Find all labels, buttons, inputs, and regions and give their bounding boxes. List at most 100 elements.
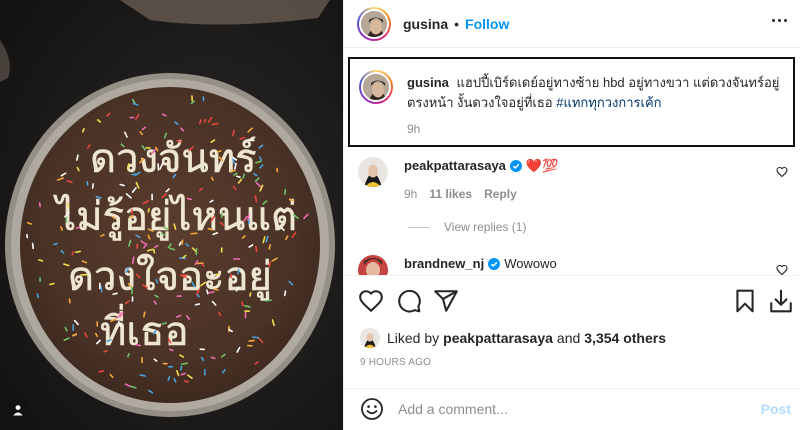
comment-like-icon[interactable] bbox=[776, 264, 788, 275]
sprinkle bbox=[65, 215, 68, 223]
sprinkle bbox=[242, 173, 246, 179]
sprinkle bbox=[127, 163, 130, 170]
sprinkle bbox=[254, 195, 258, 203]
liked-by-others[interactable]: 3,354 others bbox=[584, 330, 666, 346]
reply-button[interactable]: Reply bbox=[484, 187, 517, 201]
cake-image: ดวงจันทร์ ไม่รู้อยู่ไหนแต่ ดวงใจอะอยู่ ท… bbox=[0, 0, 343, 430]
comment-text: Wowowo bbox=[504, 256, 557, 271]
caption-text: gusina แฮปปี้เบิร์ดเดย์อยู่ทางซ้าย hbd อ… bbox=[407, 73, 787, 113]
sprinkle bbox=[68, 298, 71, 304]
author-avatar[interactable] bbox=[357, 6, 391, 41]
share-icon[interactable] bbox=[433, 288, 459, 314]
sprinkle bbox=[169, 348, 174, 352]
sprinkle bbox=[180, 362, 189, 365]
sprinkle bbox=[211, 122, 219, 126]
sprinkle bbox=[135, 344, 142, 347]
comment-meta: 9h 11 likes Reply bbox=[404, 187, 517, 201]
liked-by-user[interactable]: peakpattarasaya bbox=[443, 330, 553, 346]
svg-text:ดวงใจอะอยู่: ดวงใจอะอยู่ bbox=[68, 253, 272, 300]
sprinkle bbox=[127, 353, 130, 358]
commenter-avatar-image bbox=[358, 255, 388, 275]
comment-username[interactable]: peakpattarasaya bbox=[404, 158, 506, 173]
liked-by-prefix: Liked by bbox=[387, 330, 440, 346]
sprinkle bbox=[112, 292, 118, 296]
sprinkle bbox=[255, 245, 258, 253]
sprinkle bbox=[76, 154, 79, 161]
comments-divider bbox=[344, 275, 800, 276]
more-options-icon[interactable] bbox=[772, 15, 787, 26]
liked-by-avatar[interactable] bbox=[360, 328, 380, 348]
sprinkle bbox=[213, 288, 219, 291]
sprinkle bbox=[161, 322, 168, 325]
sprinkle bbox=[143, 311, 146, 318]
sprinkle bbox=[36, 293, 40, 299]
download-icon[interactable] bbox=[768, 288, 794, 314]
comment-username[interactable]: brandnew_nj bbox=[404, 256, 484, 271]
verified-badge-icon bbox=[488, 258, 501, 270]
add-comment-bar: Post bbox=[344, 388, 800, 430]
caption-avatar[interactable] bbox=[359, 70, 393, 104]
view-replies-button[interactable]: View replies (1) bbox=[408, 220, 526, 234]
sprinkle bbox=[180, 372, 186, 376]
sprinkle bbox=[236, 175, 241, 178]
sprinkle bbox=[268, 244, 272, 250]
caption-hashtag[interactable]: #แทกทุกวงการเค้ก bbox=[556, 95, 661, 110]
replies-line bbox=[408, 226, 430, 228]
sprinkle bbox=[196, 262, 204, 265]
sprinkle bbox=[71, 333, 78, 337]
sprinkle bbox=[181, 239, 184, 246]
liked-by: Liked by peakpattarasaya and 3,354 other… bbox=[360, 328, 666, 348]
comment-text: ❤️💯 bbox=[525, 158, 559, 173]
sprinkle bbox=[194, 303, 201, 306]
header-separator: • bbox=[454, 15, 460, 32]
sprinkle bbox=[199, 119, 202, 125]
comment-item: brandnew_nj Wowowo bbox=[358, 255, 788, 275]
sprinkle bbox=[186, 197, 193, 201]
sprinkle bbox=[31, 242, 35, 250]
post-side-panel: gusina • Follow gusina แฮปปี้เบิร์ดเดย์อ… bbox=[343, 0, 800, 430]
header-divider bbox=[344, 47, 800, 48]
sprinkle bbox=[152, 248, 156, 254]
sprinkle bbox=[216, 150, 222, 153]
heart-icon[interactable] bbox=[358, 288, 384, 314]
sprinkle bbox=[71, 251, 75, 256]
comment-like-icon[interactable] bbox=[776, 166, 788, 178]
post-header: gusina • Follow bbox=[344, 0, 800, 47]
sprinkle bbox=[207, 227, 214, 231]
user-tag-button[interactable] bbox=[6, 398, 30, 422]
action-bar bbox=[344, 284, 800, 320]
sprinkle bbox=[176, 140, 183, 143]
comment-input[interactable] bbox=[398, 401, 738, 417]
post-comment-button[interactable]: Post bbox=[761, 401, 791, 417]
sprinkle bbox=[38, 259, 44, 262]
sprinkle bbox=[86, 181, 89, 186]
sprinkle bbox=[243, 305, 251, 308]
post-timestamp[interactable]: 9 HOURS AGO bbox=[360, 357, 431, 368]
sprinkle bbox=[207, 291, 215, 294]
comment-icon[interactable] bbox=[396, 288, 422, 314]
liked-by-avatar-image bbox=[360, 328, 380, 348]
sprinkle bbox=[249, 292, 252, 297]
sprinkle bbox=[118, 312, 124, 315]
liked-by-conjunction: and bbox=[556, 330, 581, 346]
instagram-post-view: ดวงจันทร์ ไม่รู้อยู่ไหนแต่ ดวงใจอะอยู่ ท… bbox=[0, 0, 800, 430]
bookmark-icon[interactable] bbox=[732, 288, 758, 314]
commenter-avatar[interactable] bbox=[358, 157, 388, 187]
sprinkle bbox=[147, 208, 150, 213]
sprinkle bbox=[206, 289, 209, 295]
sprinkle bbox=[49, 282, 55, 286]
view-replies-label: View replies (1) bbox=[444, 220, 527, 234]
post-photo[interactable]: ดวงจันทร์ ไม่รู้อยู่ไหนแต่ ดวงใจอะอยู่ ท… bbox=[0, 0, 343, 430]
sprinkle bbox=[38, 202, 41, 208]
commenter-avatar[interactable] bbox=[358, 255, 388, 275]
sprinkle bbox=[247, 214, 250, 221]
comment-likes[interactable]: 11 likes bbox=[429, 187, 472, 201]
author-username[interactable]: gusina bbox=[403, 16, 448, 32]
caption-username[interactable]: gusina bbox=[407, 75, 449, 90]
emoji-icon[interactable] bbox=[360, 397, 384, 421]
sprinkle bbox=[66, 203, 70, 208]
sprinkle bbox=[284, 189, 287, 195]
sprinkle bbox=[98, 370, 105, 373]
follow-button[interactable]: Follow bbox=[465, 16, 509, 32]
user-tag-icon bbox=[13, 405, 23, 416]
